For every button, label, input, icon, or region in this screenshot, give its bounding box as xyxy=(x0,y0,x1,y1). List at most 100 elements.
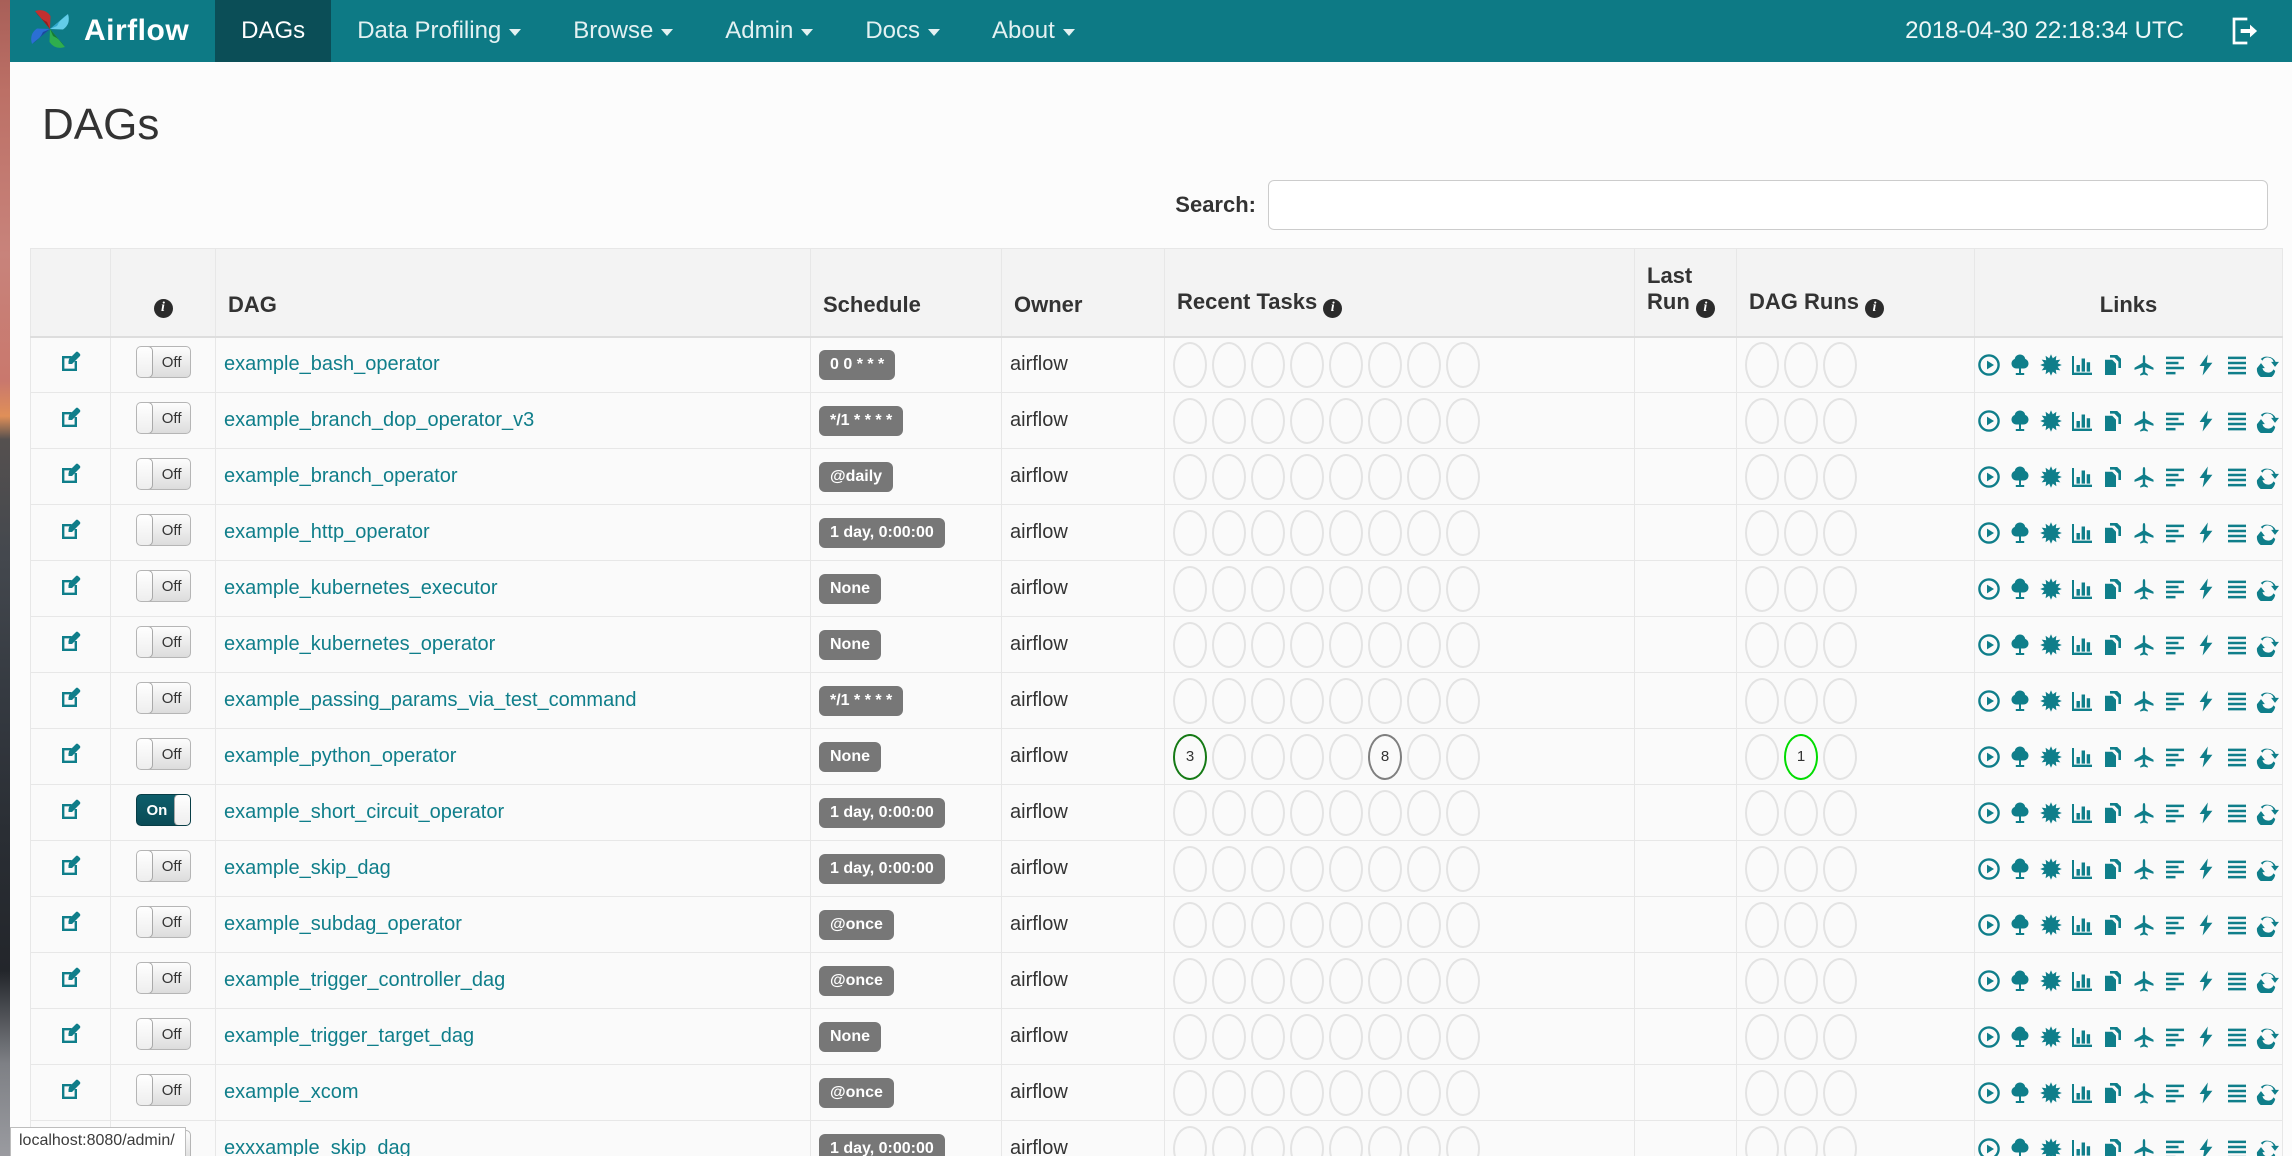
code-view-icon[interactable] xyxy=(2194,1137,2218,1156)
tree-view-icon[interactable] xyxy=(2008,969,2032,993)
tree-view-icon[interactable] xyxy=(2008,857,2032,881)
graph-view-icon[interactable] xyxy=(2039,969,2063,993)
refresh-icon[interactable] xyxy=(2256,1025,2280,1049)
graph-view-icon[interactable] xyxy=(2039,577,2063,601)
nav-item-browse[interactable]: Browse xyxy=(547,0,699,62)
code-view-icon[interactable] xyxy=(2194,465,2218,489)
landing-times-icon[interactable] xyxy=(2132,913,2156,937)
logs-icon[interactable] xyxy=(2225,801,2249,825)
pause-toggle[interactable]: Off xyxy=(135,514,191,546)
task-duration-icon[interactable] xyxy=(2070,409,2094,433)
gantt-icon[interactable] xyxy=(2163,521,2187,545)
edit-dag-icon[interactable] xyxy=(59,574,83,598)
edit-dag-icon[interactable] xyxy=(59,518,83,542)
tree-view-icon[interactable] xyxy=(2008,689,2032,713)
edit-dag-icon[interactable] xyxy=(59,630,83,654)
pause-toggle[interactable]: Off xyxy=(135,738,191,770)
edit-dag-icon[interactable] xyxy=(59,350,83,374)
pause-toggle[interactable]: Off xyxy=(135,906,191,938)
trigger-dag-icon[interactable] xyxy=(1977,913,2001,937)
task-duration-icon[interactable] xyxy=(2070,1081,2094,1105)
task-tries-icon[interactable] xyxy=(2101,1137,2125,1156)
pause-toggle[interactable]: Off xyxy=(135,850,191,882)
task-tries-icon[interactable] xyxy=(2101,633,2125,657)
pause-toggle[interactable]: Off xyxy=(135,682,191,714)
task-duration-icon[interactable] xyxy=(2070,633,2094,657)
graph-view-icon[interactable] xyxy=(2039,857,2063,881)
gantt-icon[interactable] xyxy=(2163,801,2187,825)
dag-name-link[interactable]: example_http_operator xyxy=(224,521,430,543)
refresh-icon[interactable] xyxy=(2256,409,2280,433)
graph-view-icon[interactable] xyxy=(2039,409,2063,433)
task-tries-icon[interactable] xyxy=(2101,521,2125,545)
dag-name-link[interactable]: example_trigger_controller_dag xyxy=(224,969,505,991)
landing-times-icon[interactable] xyxy=(2132,689,2156,713)
tree-view-icon[interactable] xyxy=(2008,745,2032,769)
tree-view-icon[interactable] xyxy=(2008,913,2032,937)
trigger-dag-icon[interactable] xyxy=(1977,689,2001,713)
edit-dag-icon[interactable] xyxy=(59,854,83,878)
landing-times-icon[interactable] xyxy=(2132,1081,2156,1105)
landing-times-icon[interactable] xyxy=(2132,521,2156,545)
pause-toggle[interactable]: Off xyxy=(135,402,191,434)
code-view-icon[interactable] xyxy=(2194,969,2218,993)
gantt-icon[interactable] xyxy=(2163,1025,2187,1049)
pause-toggle[interactable]: Off xyxy=(135,570,191,602)
refresh-icon[interactable] xyxy=(2256,857,2280,881)
trigger-dag-icon[interactable] xyxy=(1977,521,2001,545)
landing-times-icon[interactable] xyxy=(2132,409,2156,433)
task-duration-icon[interactable] xyxy=(2070,521,2094,545)
landing-times-icon[interactable] xyxy=(2132,353,2156,377)
code-view-icon[interactable] xyxy=(2194,353,2218,377)
task-tries-icon[interactable] xyxy=(2101,1025,2125,1049)
task-tries-icon[interactable] xyxy=(2101,577,2125,601)
edit-dag-icon[interactable] xyxy=(59,686,83,710)
edit-dag-icon[interactable] xyxy=(59,462,83,486)
code-view-icon[interactable] xyxy=(2194,801,2218,825)
code-view-icon[interactable] xyxy=(2194,689,2218,713)
graph-view-icon[interactable] xyxy=(2039,633,2063,657)
trigger-dag-icon[interactable] xyxy=(1977,465,2001,489)
code-view-icon[interactable] xyxy=(2194,521,2218,545)
code-view-icon[interactable] xyxy=(2194,857,2218,881)
refresh-icon[interactable] xyxy=(2256,465,2280,489)
graph-view-icon[interactable] xyxy=(2039,353,2063,377)
trigger-dag-icon[interactable] xyxy=(1977,857,2001,881)
pause-toggle[interactable]: Off xyxy=(135,458,191,490)
task-tries-icon[interactable] xyxy=(2101,353,2125,377)
dag-name-link[interactable]: example_kubernetes_executor xyxy=(224,577,498,599)
task-duration-icon[interactable] xyxy=(2070,745,2094,769)
edit-dag-icon[interactable] xyxy=(59,1078,83,1102)
nav-item-admin[interactable]: Admin xyxy=(699,0,839,62)
logs-icon[interactable] xyxy=(2225,521,2249,545)
graph-view-icon[interactable] xyxy=(2039,1137,2063,1156)
refresh-icon[interactable] xyxy=(2256,1081,2280,1105)
task-tries-icon[interactable] xyxy=(2101,409,2125,433)
logs-icon[interactable] xyxy=(2225,409,2249,433)
dag-name-link[interactable]: example_python_operator xyxy=(224,745,456,767)
refresh-icon[interactable] xyxy=(2256,913,2280,937)
sign-out-icon[interactable] xyxy=(2230,15,2262,47)
edit-dag-icon[interactable] xyxy=(59,798,83,822)
state-count-circle-queued[interactable]: 8 xyxy=(1368,733,1402,780)
landing-times-icon[interactable] xyxy=(2132,577,2156,601)
gantt-icon[interactable] xyxy=(2163,1137,2187,1156)
tree-view-icon[interactable] xyxy=(2008,409,2032,433)
trigger-dag-icon[interactable] xyxy=(1977,353,2001,377)
task-duration-icon[interactable] xyxy=(2070,689,2094,713)
nav-item-about[interactable]: About xyxy=(966,0,1101,62)
code-view-icon[interactable] xyxy=(2194,577,2218,601)
code-view-icon[interactable] xyxy=(2194,409,2218,433)
graph-view-icon[interactable] xyxy=(2039,465,2063,489)
trigger-dag-icon[interactable] xyxy=(1977,969,2001,993)
state-count-circle-success[interactable]: 3 xyxy=(1173,733,1207,780)
landing-times-icon[interactable] xyxy=(2132,857,2156,881)
task-duration-icon[interactable] xyxy=(2070,801,2094,825)
graph-view-icon[interactable] xyxy=(2039,1025,2063,1049)
edit-dag-icon[interactable] xyxy=(59,1022,83,1046)
task-tries-icon[interactable] xyxy=(2101,857,2125,881)
pause-toggle[interactable]: Off xyxy=(135,1074,191,1106)
dag-name-link[interactable]: example_trigger_target_dag xyxy=(224,1025,474,1047)
task-duration-icon[interactable] xyxy=(2070,1137,2094,1156)
graph-view-icon[interactable] xyxy=(2039,745,2063,769)
